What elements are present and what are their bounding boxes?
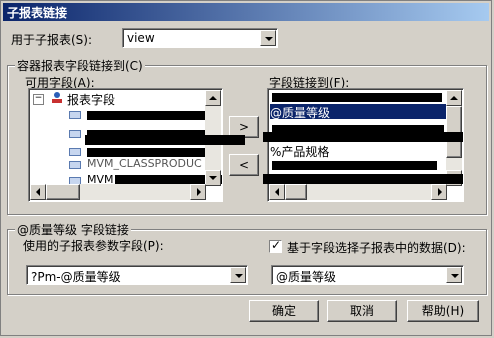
linked-field-item[interactable]: %产品规格: [270, 143, 330, 159]
report-fields-node[interactable]: 报表字段: [67, 91, 115, 108]
redaction-bar: [87, 148, 212, 157]
filter-by-field-checkbox[interactable]: [269, 238, 282, 253]
collapse-icon[interactable]: −: [33, 94, 44, 105]
window-title: 子报表链接: [7, 6, 68, 20]
param-field-label: 使用的子报表参数字段(P):: [23, 239, 164, 253]
subreport-select[interactable]: view: [122, 28, 278, 48]
redaction-bar: [87, 111, 207, 120]
linked-field-item-selected[interactable]: @质量等级: [270, 104, 446, 120]
field-icon: [69, 111, 81, 119]
field-link-group-title: @质量等级 字段链接: [15, 221, 131, 238]
field-item[interactable]: MVM_CLASSPRODUC: [87, 157, 202, 170]
linked-field-label: %产品规格: [270, 145, 330, 159]
scroll-left-icon[interactable]: [30, 184, 46, 200]
linked-hscrollbar[interactable]: [269, 184, 447, 200]
cancel-button[interactable]: 取消: [327, 300, 397, 322]
container-group-title: 容器报表字段链接到(C): [15, 57, 145, 74]
scroll-right-icon[interactable]: [190, 184, 206, 200]
chevron-down-icon[interactable]: [230, 267, 246, 283]
redaction-bar: [85, 135, 245, 145]
chevron-down-icon[interactable]: [260, 30, 276, 46]
param-field-value: ?Pm-@质量等级: [31, 270, 121, 284]
redaction-bar: [272, 93, 442, 102]
scroll-thumb[interactable]: [46, 184, 80, 200]
redaction-bar: [272, 161, 437, 170]
available-hscrollbar[interactable]: [30, 184, 206, 200]
remove-link-button[interactable]: <: [229, 154, 259, 176]
subreport-value: view: [127, 31, 155, 45]
field-icon: [69, 130, 81, 138]
title-bar: 子报表链接: [3, 3, 489, 21]
field-icon: [69, 161, 81, 169]
redaction-bar: [263, 174, 463, 184]
ok-button[interactable]: 确定: [249, 300, 319, 322]
field-icon: [69, 148, 81, 156]
scroll-left-icon[interactable]: [269, 184, 285, 200]
filter-field-select[interactable]: @质量等级: [271, 265, 464, 285]
linked-field-label: @质量等级: [270, 106, 331, 120]
dialog-window: 子报表链接 用于子报表(S): view 容器报表字段链接到(C) 可用字段(A…: [0, 0, 492, 336]
report-fields-icon: [51, 91, 63, 104]
filter-field-value: @质量等级: [276, 270, 337, 284]
scroll-down-icon[interactable]: [205, 170, 221, 186]
scroll-up-icon[interactable]: [446, 90, 462, 106]
redaction-bar: [263, 132, 463, 142]
subreport-label: 用于子报表(S):: [11, 33, 93, 47]
available-fields-tree[interactable]: − 报表字段 MVM_CLASSPRODUC MVM_CLASSPROD: [28, 88, 223, 202]
scroll-right-icon[interactable]: [431, 184, 447, 200]
scroll-thumb[interactable]: [285, 184, 307, 200]
param-field-select[interactable]: ?Pm-@质量等级: [26, 265, 248, 285]
linked-fields-list[interactable]: @质量等级 %产品规格: [267, 88, 464, 202]
help-button[interactable]: 帮助(H): [407, 300, 479, 322]
scroll-up-icon[interactable]: [205, 90, 221, 106]
filter-by-field-label: 基于字段选择子报表中的数据(D):: [287, 241, 466, 255]
chevron-down-icon[interactable]: [446, 267, 462, 283]
